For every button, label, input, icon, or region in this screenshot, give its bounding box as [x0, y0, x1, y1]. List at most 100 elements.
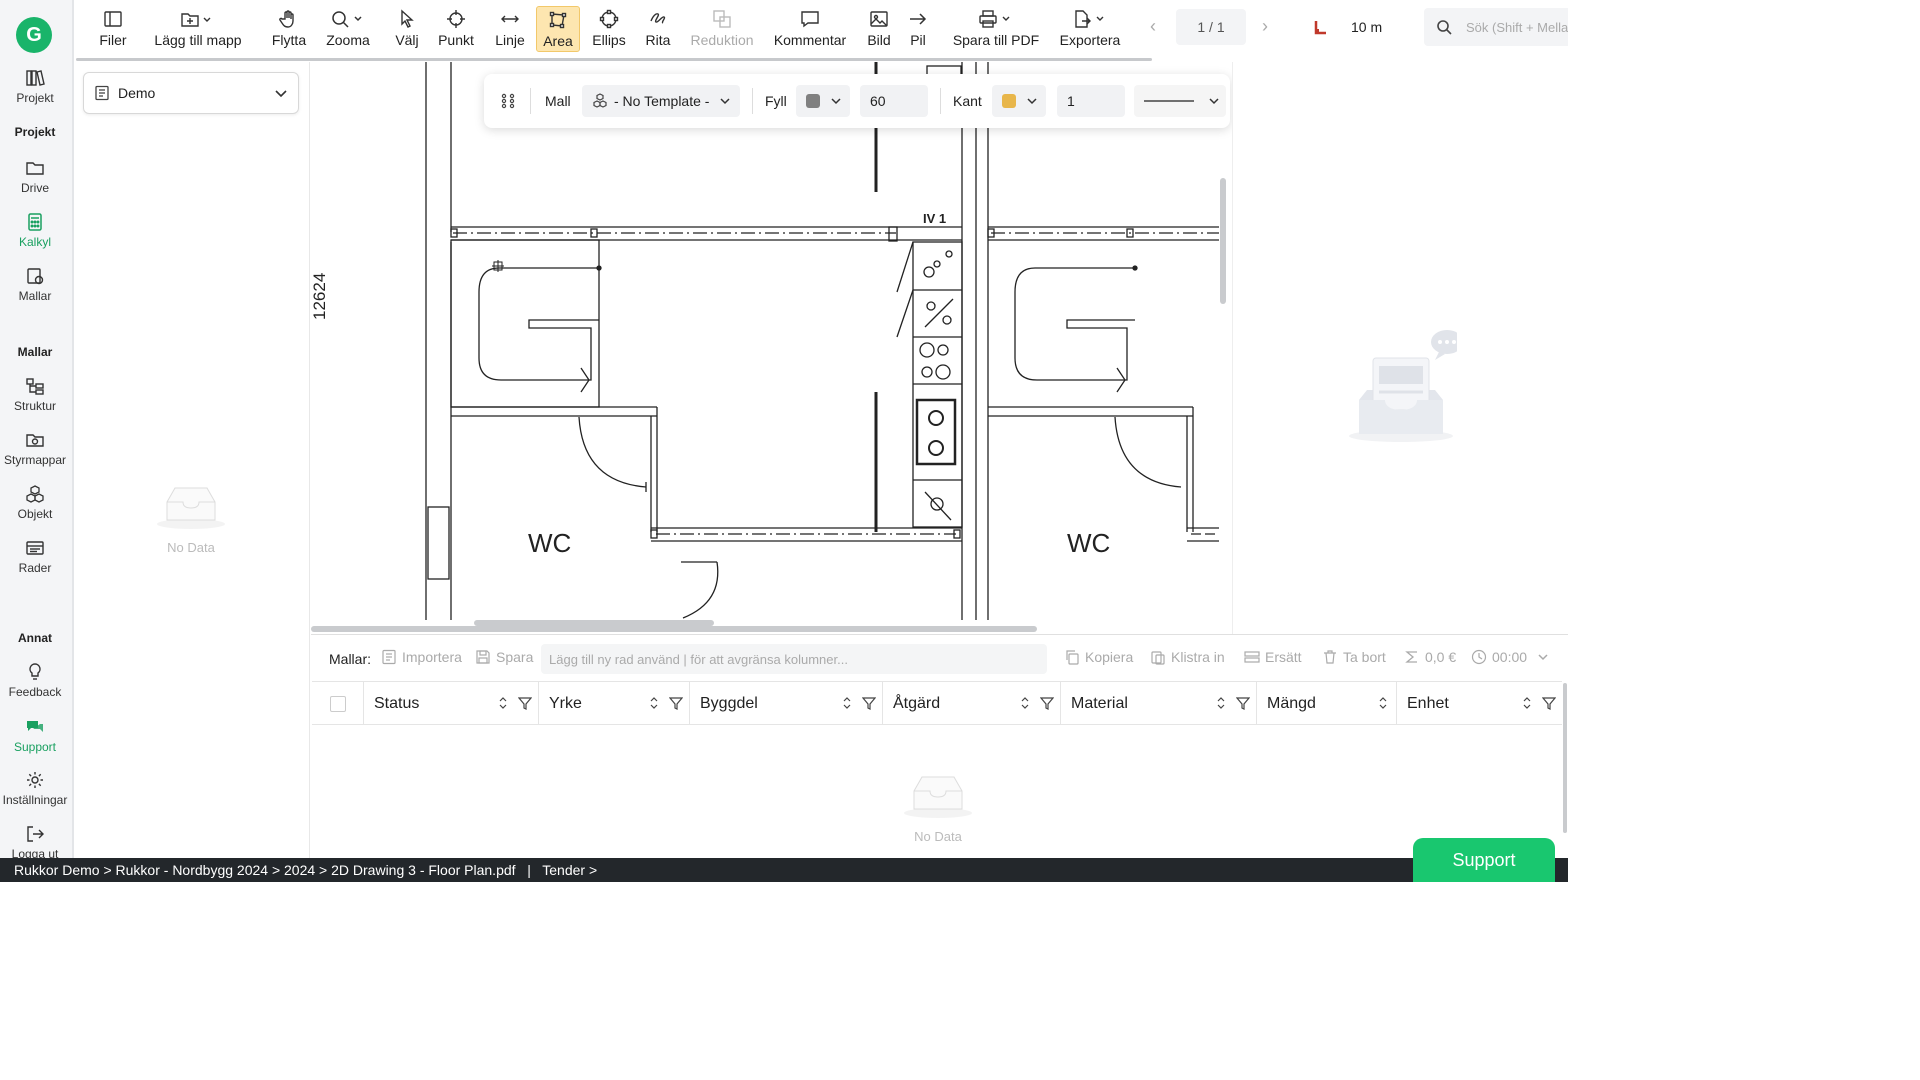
filter-icon[interactable] — [669, 696, 683, 710]
column-enhet[interactable]: Enhet — [1396, 682, 1562, 725]
filter-icon[interactable] — [1542, 696, 1556, 710]
paste-button[interactable]: Klistra in — [1150, 649, 1225, 665]
area-label: Area — [543, 33, 573, 49]
breadcrumb[interactable]: Rukkor Demo > Rukkor - Nordbygg 2024 > 2… — [14, 862, 597, 878]
column-yrke[interactable]: Yrke — [538, 682, 689, 725]
table-vertical-scrollbar[interactable] — [1563, 683, 1567, 833]
canvas-horizontal-scroll-thumb[interactable] — [474, 620, 714, 626]
filter-icon[interactable] — [518, 696, 532, 710]
sort-icon[interactable] — [496, 696, 510, 710]
save-template-button[interactable]: Spara — [475, 649, 533, 665]
prev-page-icon[interactable]: ‹ — [1150, 16, 1156, 37]
trash-icon — [1324, 650, 1336, 664]
column-material[interactable]: Material — [1060, 682, 1256, 725]
rail-item-kalkyl[interactable]: Kalkyl — [0, 212, 70, 249]
filter-icon[interactable] — [1236, 696, 1250, 710]
filter-icon[interactable] — [1040, 696, 1054, 710]
rail-item-projekt[interactable]: Projekt — [0, 68, 70, 105]
column-mangd[interactable]: Mängd — [1256, 682, 1396, 725]
gear-icon — [27, 772, 43, 788]
add-folder-button[interactable]: Lägg till mapp — [148, 6, 248, 52]
line-button[interactable]: Linje — [492, 6, 528, 52]
rail-item-support[interactable]: Support — [0, 717, 70, 754]
copy-button[interactable]: Kopiera — [1064, 649, 1133, 665]
sort-icon[interactable] — [840, 696, 854, 710]
ellipse-button[interactable]: Ellips — [590, 6, 628, 52]
import-label: Importera — [402, 649, 462, 665]
area-button[interactable]: Area — [536, 6, 580, 52]
support-button[interactable]: Support — [1413, 838, 1555, 882]
next-page-icon[interactable]: › — [1262, 16, 1268, 37]
sort-icon[interactable] — [1520, 696, 1534, 710]
left-rail: G Projekt Projekt Drive Kalkyl Mallar Ma… — [0, 0, 74, 861]
paste-icon — [1151, 651, 1165, 665]
sort-icon[interactable] — [1214, 696, 1228, 710]
ruler-icon[interactable] — [1314, 19, 1328, 35]
drag-handle-icon[interactable] — [500, 74, 516, 128]
canvas-horizontal-scrollbar[interactable] — [311, 626, 1037, 632]
status-bar: Rukkor Demo > Rukkor - Nordbygg 2024 > 2… — [0, 858, 1568, 882]
arrow-button[interactable]: Pil — [906, 6, 930, 52]
project-dropdown[interactable]: Demo — [83, 72, 299, 114]
column-status[interactable]: Status — [363, 682, 538, 725]
dimension-label: 12624 — [311, 273, 329, 320]
floor-plan-drawing[interactable]: 12624 IV 1 WC WC — [311, 62, 1227, 628]
rail-item-logout[interactable]: Logga ut — [0, 824, 70, 861]
select-button[interactable]: Välj — [392, 6, 422, 52]
fill-opacity-input[interactable]: 60 — [860, 85, 928, 117]
logout-icon — [27, 826, 44, 842]
sort-icon[interactable] — [1376, 696, 1390, 710]
sum-indicator[interactable]: 0,0 € — [1404, 649, 1456, 665]
rail-label: Drive — [20, 181, 49, 195]
point-button[interactable]: Punkt — [436, 6, 476, 52]
line-style-dropdown[interactable] — [1134, 85, 1226, 117]
filer-button[interactable]: Filer — [94, 6, 132, 52]
toolbar-scrollbar[interactable] — [76, 58, 1152, 61]
canvas-vertical-scrollbar[interactable] — [1220, 178, 1226, 304]
save-pdf-button[interactable]: Spara till PDF — [950, 6, 1042, 52]
draw-button[interactable]: Rita — [640, 6, 676, 52]
image-button[interactable]: Bild — [864, 6, 894, 52]
add-row-input[interactable]: Lägg till ny rad använd | för att avgrän… — [541, 644, 1047, 674]
page-indicator[interactable]: 1 / 1 — [1176, 9, 1246, 45]
rail-item-feedback[interactable]: Feedback — [0, 662, 70, 699]
fill-color-picker[interactable] — [796, 85, 850, 117]
sort-icon[interactable] — [647, 696, 661, 710]
time-dropdown[interactable]: 00:00 — [1471, 649, 1554, 665]
move-button[interactable]: Flytta — [266, 6, 312, 52]
column-byggdel[interactable]: Byggdel — [689, 682, 882, 725]
zoom-button[interactable]: Zooma — [324, 6, 372, 52]
column-label: Yrke — [549, 694, 582, 712]
app-logo[interactable]: G — [16, 17, 52, 53]
ellipse-icon — [599, 9, 619, 29]
rail-item-styrmappar[interactable]: Styrmappar — [0, 430, 70, 467]
export-button[interactable]: Exportera — [1058, 6, 1122, 52]
sort-icon[interactable] — [1018, 696, 1032, 710]
column-atgard[interactable]: Åtgärd — [882, 682, 1060, 725]
reduction-button[interactable]: Reduktion — [688, 6, 756, 52]
search-input[interactable]: Sök (Shift + Mellanslag) — [1424, 8, 1568, 46]
select-all-checkbox[interactable] — [330, 696, 346, 712]
scale-value[interactable]: 10 m — [1351, 19, 1382, 35]
move-label: Flytta — [271, 32, 307, 48]
file-panel: Demo No Data — [76, 62, 310, 858]
border-color-picker[interactable] — [992, 85, 1046, 117]
rail-item-objekt[interactable]: Objekt — [0, 484, 70, 521]
rail-item-installningar[interactable]: Inställningar — [0, 770, 70, 807]
template-dropdown[interactable]: - No Template - — [582, 85, 740, 117]
filter-icon[interactable] — [862, 696, 876, 710]
comment-button[interactable]: Kommentar — [770, 6, 850, 52]
panel-icon — [104, 11, 122, 27]
rail-item-drive[interactable]: Drive — [0, 158, 70, 195]
rail-label: Struktur — [13, 399, 56, 413]
rail-item-struktur[interactable]: Struktur — [0, 376, 70, 413]
replace-button[interactable]: Ersätt — [1244, 649, 1302, 665]
rail-label: Kalkyl — [18, 235, 51, 249]
border-width-input[interactable]: 1 — [1057, 85, 1125, 117]
rail-item-mallar[interactable]: Mallar — [0, 266, 70, 303]
drawing-canvas[interactable]: 12624 IV 1 WC WC — [311, 62, 1227, 628]
delete-button[interactable]: Ta bort — [1322, 649, 1386, 665]
import-button[interactable]: Importera — [381, 649, 462, 665]
column-label: Mängd — [1267, 694, 1316, 712]
rail-item-rader[interactable]: Rader — [0, 538, 70, 575]
